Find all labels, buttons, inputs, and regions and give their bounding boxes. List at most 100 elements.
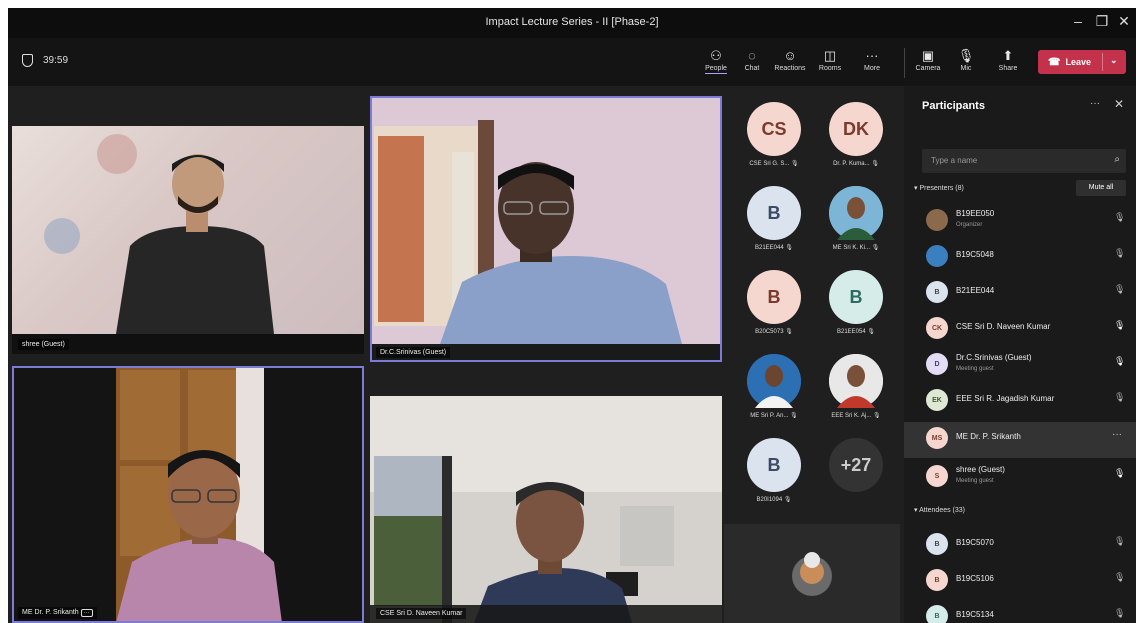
participant-row[interactable]: D Dr.C.Srinivas (Guest) Meeting guest 🎙: [904, 348, 1136, 384]
roster-tile[interactable]: B B21EE054 🎙: [816, 270, 896, 335]
share-label: Share: [998, 65, 1018, 72]
roster-name: ME Sri P. An... 🎙: [734, 412, 814, 419]
roster-tile[interactable]: EEE Sri K. Aj... 🎙: [816, 354, 896, 419]
self-view[interactable]: [724, 524, 900, 623]
avatar: B: [926, 533, 948, 555]
roster-tile[interactable]: B B21EE044 🎙: [734, 186, 814, 251]
mic-muted-icon: 🎙: [785, 329, 793, 335]
participant-name: B19C5048: [956, 250, 994, 259]
avatar-photo: [747, 354, 801, 408]
roster-tile[interactable]: ME Sri K. Ki... 🎙: [816, 186, 896, 251]
participant-video: [12, 134, 364, 354]
mic-muted-icon: 🎙: [1114, 212, 1126, 222]
roster-label: ME Sri P. An...: [750, 413, 789, 419]
roster-name: ME Sri K. Ki... 🎙: [816, 244, 896, 251]
chat-label: Chat: [744, 65, 760, 72]
minimize-button[interactable]: –: [1068, 13, 1088, 29]
participant-video: [370, 396, 722, 623]
mic-muted-icon: 🎙: [1114, 608, 1126, 618]
participant-row[interactable]: B19EE050 Organizer 🎙: [904, 204, 1136, 240]
roster-label: B20I1094: [756, 497, 783, 503]
restore-button[interactable]: ❐: [1092, 13, 1112, 30]
more-options-icon[interactable]: ···: [80, 609, 93, 617]
phone-icon: ☎: [1048, 56, 1061, 68]
participant-name: B21EE044: [956, 286, 995, 295]
attendees-header[interactable]: ▾ Attendees (33): [914, 506, 965, 514]
avatar: B: [926, 569, 948, 591]
video-tile-active-speaker[interactable]: ME Dr. P. Srikanth ···: [12, 366, 364, 623]
mic-muted-icon: 🎙: [957, 48, 975, 63]
participant-name: Dr.C.Srinivas (Guest): [956, 353, 1032, 362]
roster-overflow-tile[interactable]: +27: [816, 438, 896, 492]
participant-role: Meeting guest: [956, 478, 994, 484]
more-options-icon[interactable]: ···: [1112, 429, 1122, 440]
roster-tile[interactable]: CS CSE Sri G. S... 🎙: [734, 102, 814, 167]
avatar: B: [829, 270, 883, 324]
leave-button[interactable]: ☎ Leave ⌄: [1038, 50, 1126, 74]
more-label: More: [864, 65, 880, 72]
roster-tile[interactable]: ME Sri P. An... 🎙: [734, 354, 814, 419]
video-tile[interactable]: shree (Guest): [12, 126, 364, 354]
presenters-header[interactable]: ▾ Presenters (8): [914, 184, 964, 192]
rooms-button[interactable]: ◫ Rooms: [808, 48, 852, 72]
roster-tile[interactable]: B B20I1094 🎙: [734, 438, 814, 503]
mute-all-button[interactable]: Mute all: [1076, 180, 1126, 196]
reactions-button[interactable]: ☺ Reactions: [768, 48, 812, 72]
video-tile-active-speaker[interactable]: Dr.C.Srinivas (Guest): [370, 96, 722, 362]
participant-name: B19C5106: [956, 574, 994, 583]
mic-muted-icon: 🎙: [871, 161, 879, 167]
avatar: B: [747, 186, 801, 240]
overflow-count: +27: [829, 438, 883, 492]
roster-tile[interactable]: DK Dr. P. Kuma... 🎙: [816, 102, 896, 167]
participant-name: CSE Sri D. Naveen Kumar: [956, 322, 1051, 331]
roster-name: B21EE054 🎙: [816, 328, 896, 335]
elapsed-time: 39:59: [43, 55, 69, 66]
mic-button[interactable]: 🎙 Mic: [944, 48, 988, 72]
mic-muted-icon: 🎙: [791, 161, 799, 167]
search-icon: ⌕: [1114, 154, 1120, 165]
close-icon[interactable]: ✕: [1114, 97, 1124, 111]
roster-label: B21EE054: [837, 329, 866, 335]
participant-row[interactable]: CK CSE Sri D. Naveen Kumar 🎙: [904, 312, 1136, 348]
video-tile[interactable]: CSE Sri D. Naveen Kumar: [370, 396, 722, 623]
window-title: Impact Lecture Series - II [Phase-2]: [485, 16, 659, 28]
participant-row[interactable]: S shree (Guest) Meeting guest 🎙: [904, 460, 1136, 496]
participant-row[interactable]: EK EEE Sri R. Jagadish Kumar 🎙: [904, 384, 1136, 420]
avatar: B: [747, 438, 801, 492]
participant-name: ME Dr. P. Srikanth: [956, 432, 1021, 441]
participant-name: shree (Guest): [956, 465, 1005, 474]
roster-tile[interactable]: B B20C5073 🎙: [734, 270, 814, 335]
panel-title: Participants: [922, 100, 985, 112]
attendees-label: Attendees (33): [919, 507, 965, 514]
avatar-photo: [926, 209, 948, 231]
participant-row[interactable]: B19C5048 🎙: [904, 240, 1136, 276]
participant-row[interactable]: B B19C5134 🎙: [904, 600, 1136, 623]
participant-row[interactable]: B B21EE044 🎙: [904, 276, 1136, 312]
participant-name: ME Dr. P. Srikanth: [22, 609, 79, 616]
title-bar: Impact Lecture Series - II [Phase-2] – ❐…: [8, 8, 1136, 38]
participant-row[interactable]: B B19C5106 🎙: [904, 564, 1136, 600]
avatar: EK: [926, 389, 948, 411]
close-button[interactable]: ✕: [1114, 13, 1134, 30]
mic-muted-icon: 🎙: [1114, 284, 1126, 294]
roster-name: CSE Sri G. S... 🎙: [734, 160, 814, 167]
search-input[interactable]: Type a name ⌕: [922, 149, 1126, 173]
more-options-icon[interactable]: ···: [1090, 98, 1100, 109]
share-button[interactable]: ⬆ Share: [986, 48, 1030, 72]
mic-muted-icon: 🎙: [873, 413, 881, 419]
more-button[interactable]: ··· More: [850, 48, 894, 72]
chevron-down-icon[interactable]: ⌄: [1110, 55, 1118, 66]
people-label: People: [705, 65, 727, 74]
participant-video: [12, 366, 364, 623]
more-icon: ···: [865, 48, 879, 63]
roster-label: B21EE044: [755, 245, 784, 251]
camera-label: Camera: [915, 65, 941, 72]
participant-name: B19EE050: [956, 209, 995, 218]
participant-row[interactable]: B B19C5070 🎙: [904, 528, 1136, 564]
search-placeholder: Type a name: [931, 156, 978, 165]
reactions-icon: ☺: [783, 48, 797, 63]
participant-roster-grid: CS CSE Sri G. S... 🎙 DK Dr. P. Kuma... 🎙…: [724, 86, 900, 623]
participant-row-selected[interactable]: MS ME Dr. P. Srikanth ···: [904, 422, 1136, 458]
mic-muted-icon: 🎙: [785, 245, 793, 251]
roster-label: B20C5073: [755, 329, 784, 335]
